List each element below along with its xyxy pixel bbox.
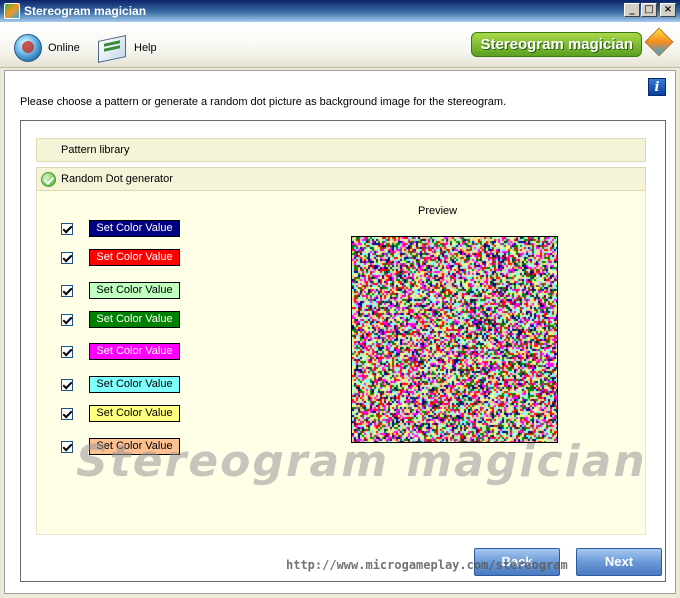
brand-text: Stereogram magician	[471, 32, 642, 57]
window-controls: _ □ ×	[624, 3, 676, 17]
help-label: Help	[134, 42, 157, 54]
app-icon	[4, 3, 20, 19]
toolbar: Online Help Stereogram magician	[0, 22, 680, 68]
preview-label: Preview	[418, 205, 457, 217]
online-button[interactable]: Online	[14, 34, 80, 62]
color-checkbox[interactable]	[61, 252, 73, 264]
color-checkbox[interactable]	[61, 285, 73, 297]
info-button[interactable]: i	[648, 78, 666, 96]
set-color-button[interactable]: Set Color Value	[89, 220, 180, 237]
set-color-button[interactable]: Set Color Value	[89, 376, 180, 393]
color-row: Set Color Value	[61, 405, 180, 422]
pattern-library-header[interactable]: Pattern library	[36, 138, 646, 162]
color-row: Set Color Value	[61, 311, 180, 328]
color-checkbox[interactable]	[61, 379, 73, 391]
window-title: Stereogram magician	[24, 4, 146, 18]
random-dot-header[interactable]: Random Dot generator	[36, 167, 646, 191]
preview-image	[351, 236, 558, 443]
book-icon	[96, 34, 128, 62]
set-color-button[interactable]: Set Color Value	[89, 282, 180, 299]
close-button[interactable]: ×	[660, 3, 676, 17]
check-circle-icon	[41, 172, 56, 187]
color-row: Set Color Value	[61, 249, 180, 266]
next-button[interactable]: Next	[576, 548, 662, 576]
title-bar[interactable]: Stereogram magician _ □ ×	[0, 0, 680, 22]
color-row: Set Color Value	[61, 343, 180, 360]
color-checkbox[interactable]	[61, 441, 73, 453]
set-color-button[interactable]: Set Color Value	[89, 405, 180, 422]
color-checkbox[interactable]	[61, 408, 73, 420]
brand-logo: Stereogram magician	[471, 28, 674, 60]
color-checkbox[interactable]	[61, 314, 73, 326]
color-checkbox[interactable]	[61, 223, 73, 235]
color-row: Set Color Value	[61, 220, 180, 237]
color-row: Set Color Value	[61, 376, 180, 393]
set-color-button[interactable]: Set Color Value	[89, 343, 180, 360]
watermark: Stereogram magician	[76, 436, 647, 487]
url-watermark: http://www.microgameplay.com/stereogram	[286, 558, 568, 572]
color-row: Set Color Value	[61, 282, 180, 299]
random-dot-label: Random Dot generator	[61, 173, 173, 185]
online-label: Online	[48, 42, 80, 54]
maximize-button[interactable]: □	[641, 3, 657, 17]
set-color-button[interactable]: Set Color Value	[89, 249, 180, 266]
instruction-text: Please choose a pattern or generate a ra…	[20, 96, 506, 108]
cube-icon	[644, 28, 674, 60]
color-checkbox[interactable]	[61, 346, 73, 358]
set-color-button[interactable]: Set Color Value	[89, 311, 180, 328]
globe-icon	[14, 34, 42, 62]
pattern-library-label: Pattern library	[61, 144, 129, 156]
minimize-button[interactable]: _	[624, 3, 640, 17]
help-button[interactable]: Help	[96, 34, 157, 62]
